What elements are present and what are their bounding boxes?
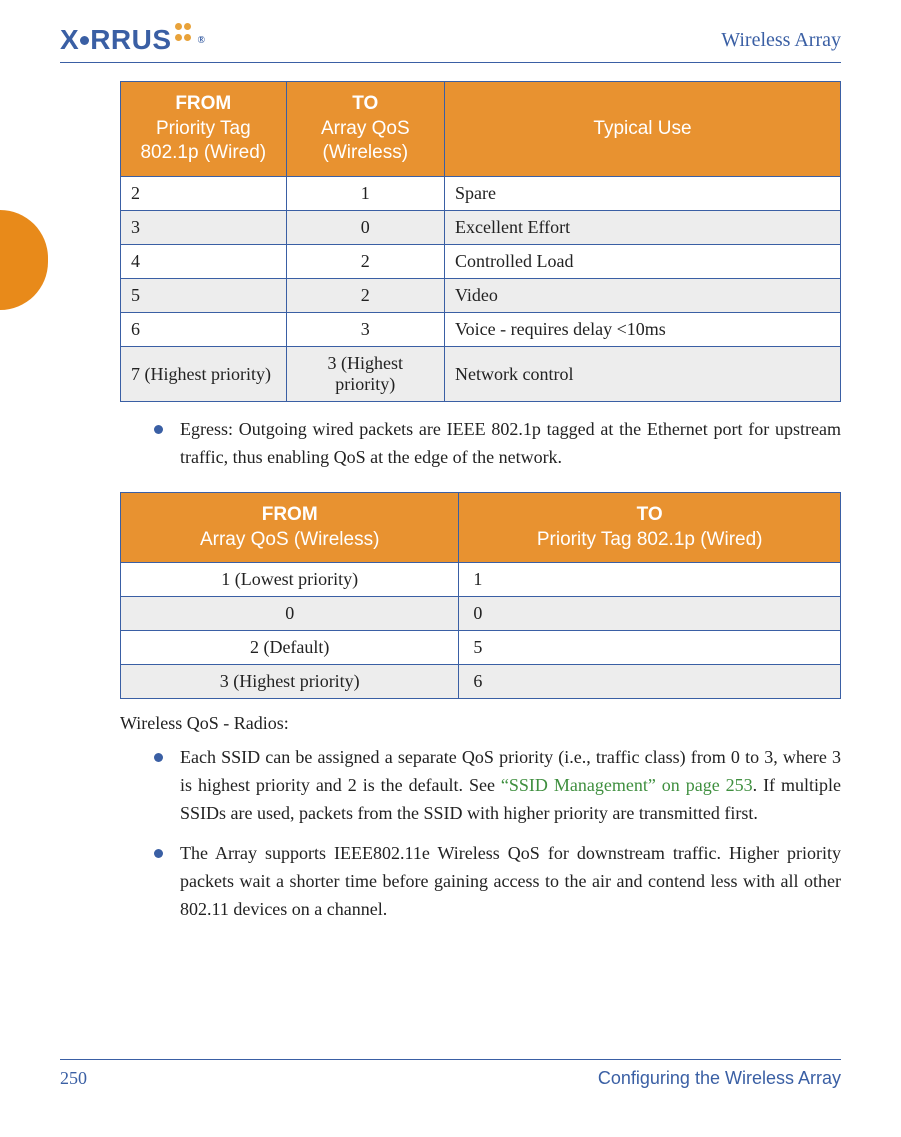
brand-registered-icon: ® bbox=[198, 35, 205, 46]
table-row: 4 2 Controlled Load bbox=[121, 245, 841, 279]
page-footer: 250 Configuring the Wireless Array bbox=[60, 1059, 841, 1089]
th-use: Typical Use bbox=[444, 82, 840, 177]
table-row: 0 0 bbox=[121, 597, 841, 631]
brand-logo: XRRUS ® bbox=[60, 24, 205, 56]
table-row: 3 (Highest priority) 6 bbox=[121, 665, 841, 699]
wireless-qos-bullet-list: Each SSID can be assigned a separate QoS… bbox=[150, 744, 841, 923]
table-row: 5 2 Video bbox=[121, 279, 841, 313]
table-row: 2 1 Spare bbox=[121, 177, 841, 211]
th-from: FROM Array QoS (Wireless) bbox=[121, 492, 459, 562]
ieee80211e-bullet: The Array supports IEEE802.11e Wireless … bbox=[150, 840, 841, 924]
page-header: XRRUS ® Wireless Array bbox=[60, 24, 841, 63]
brand-text: XRRUS bbox=[60, 24, 172, 56]
table-row: 6 3 Voice - requires delay <10ms bbox=[121, 313, 841, 347]
side-thumb-tab bbox=[0, 210, 48, 310]
egress-bullet: Egress: Outgoing wired packets are IEEE … bbox=[150, 416, 841, 472]
table-row: 7 (Highest priority) 3 (Highest priority… bbox=[121, 347, 841, 402]
ssid-priority-bullet: Each SSID can be assigned a separate QoS… bbox=[150, 744, 841, 828]
wireless-qos-heading: Wireless QoS - Radios: bbox=[120, 713, 841, 734]
ssid-management-link[interactable]: “SSID Management” on page 253 bbox=[501, 775, 753, 795]
table-header-row: FROM Array QoS (Wireless) TO Priority Ta… bbox=[121, 492, 841, 562]
priority-mapping-ingress-table: FROM Priority Tag 802.1p (Wired) TO Arra… bbox=[120, 81, 841, 402]
th-from: FROM Priority Tag 802.1p (Wired) bbox=[121, 82, 287, 177]
doc-title: Wireless Array bbox=[721, 29, 841, 52]
footer-section-title: Configuring the Wireless Array bbox=[598, 1068, 841, 1089]
brand-clover-icon bbox=[174, 22, 196, 44]
table-row: 2 (Default) 5 bbox=[121, 631, 841, 665]
table-row: 1 (Lowest priority) 1 bbox=[121, 563, 841, 597]
th-to: TO Priority Tag 802.1p (Wired) bbox=[459, 492, 841, 562]
egress-bullet-list: Egress: Outgoing wired packets are IEEE … bbox=[150, 416, 841, 472]
priority-mapping-egress-table: FROM Array QoS (Wireless) TO Priority Ta… bbox=[120, 492, 841, 699]
table-header-row: FROM Priority Tag 802.1p (Wired) TO Arra… bbox=[121, 82, 841, 177]
table-row: 3 0 Excellent Effort bbox=[121, 211, 841, 245]
page-number: 250 bbox=[60, 1068, 87, 1089]
th-to: TO Array QoS (Wireless) bbox=[286, 82, 444, 177]
